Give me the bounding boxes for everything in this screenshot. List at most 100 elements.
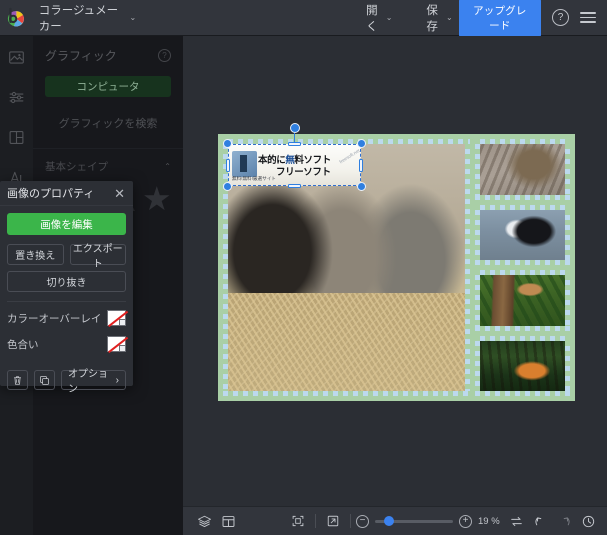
top-menu-group: 開く ⌄ 保存 ⌄ bbox=[360, 0, 459, 38]
straw-texture bbox=[223, 293, 470, 396]
zoom-in-button[interactable]: + bbox=[459, 514, 472, 528]
rotate-handle[interactable] bbox=[289, 123, 300, 144]
zoom-slider[interactable] bbox=[375, 515, 453, 526]
app-title-menu[interactable]: コラージュメーカー ⌄ bbox=[33, 0, 142, 38]
app-logo[interactable] bbox=[0, 7, 31, 28]
collage-maker-app: コラージュメーカー ⌄ 開く ⌄ 保存 ⌄ アップグレード ? グラフィック ?… bbox=[0, 0, 607, 535]
swatch-dropdown-icon bbox=[119, 345, 126, 352]
befunky-color-wheel-logo-icon bbox=[7, 7, 24, 27]
toolbar-divider bbox=[350, 514, 351, 528]
collage-left-column: 本的に無料ソフト フリーソフト 無料!無料!厳選サイト freesoft.net bbox=[223, 123, 470, 396]
zoom-level-label: 19 % bbox=[478, 515, 500, 527]
undo-icon bbox=[534, 516, 541, 525]
export-button[interactable]: エクスポート bbox=[69, 244, 126, 270]
layers-button[interactable] bbox=[192, 510, 216, 532]
replace-button[interactable]: 置き換え bbox=[7, 244, 64, 265]
dialog-header: 画像のプロパティ ✕ bbox=[0, 181, 133, 206]
delete-button[interactable] bbox=[7, 370, 28, 390]
chevron-up-icon: ⌃ bbox=[164, 162, 171, 171]
resize-handle-bottom-right[interactable] bbox=[357, 182, 366, 191]
collage-cell-tree[interactable] bbox=[475, 270, 570, 331]
basic-shapes-label: 基本シェイプ bbox=[45, 161, 108, 173]
open-menu[interactable]: 開く ⌄ bbox=[360, 0, 398, 38]
canvas-area[interactable]: 本的に無料ソフト フリーソフト 無料!無料!厳選サイト freesoft.net bbox=[183, 36, 607, 506]
duplicate-button[interactable] bbox=[34, 370, 55, 390]
duplicate-icon bbox=[40, 375, 49, 385]
bottom-toolbar: − + 19 % bbox=[183, 506, 607, 535]
history-clock-icon bbox=[582, 515, 594, 527]
hamburger-menu-icon bbox=[580, 12, 596, 23]
resize-handle-top-right[interactable] bbox=[357, 139, 366, 148]
help-button[interactable]: ? bbox=[552, 8, 569, 28]
dialog-body: 画像を編集 置き換え エクスポート 切り抜き カラーオーバーレイ 色合い bbox=[0, 206, 133, 362]
resize-handle-bottom-left[interactable] bbox=[223, 182, 232, 191]
sidebar-item-image[interactable] bbox=[6, 46, 28, 68]
tint-swatch[interactable] bbox=[107, 336, 126, 352]
dialog-title: 画像のプロパティ bbox=[7, 188, 95, 200]
sidebar-item-layouts[interactable] bbox=[6, 126, 28, 148]
sliders-icon bbox=[9, 91, 24, 103]
options-button[interactable]: オプション › bbox=[61, 369, 126, 395]
main-menu-button[interactable] bbox=[580, 8, 596, 28]
basic-shapes-section-header[interactable]: 基本シェイプ ⌃ bbox=[33, 149, 183, 180]
selection-frame bbox=[228, 144, 361, 186]
expand-button[interactable] bbox=[321, 510, 345, 532]
image-properties-dialog: 画像のプロパティ ✕ 画像を編集 置き換え エクスポート 切り抜き カラーオーバ… bbox=[0, 181, 133, 395]
question-mark-icon[interactable]: ? bbox=[158, 49, 171, 62]
save-menu[interactable]: 保存 ⌄ bbox=[420, 0, 458, 38]
expand-icon bbox=[327, 515, 339, 527]
open-menu-label: 開く bbox=[366, 4, 378, 33]
color-overlay-swatch[interactable] bbox=[107, 310, 126, 326]
swap-button[interactable] bbox=[504, 510, 528, 532]
top-right-group: アップグレード ? bbox=[458, 0, 607, 38]
resize-handle-left[interactable] bbox=[226, 158, 230, 172]
resize-handle-right[interactable] bbox=[359, 158, 363, 172]
image-icon bbox=[9, 50, 24, 64]
color-overlay-row: カラーオーバーレイ bbox=[7, 306, 126, 330]
collage-cell-tuxedo[interactable] bbox=[475, 204, 570, 265]
dialog-divider bbox=[7, 301, 126, 302]
dialog-footer: オプション › bbox=[0, 369, 133, 395]
resize-handle-top-left[interactable] bbox=[223, 139, 232, 148]
crop-button[interactable]: 切り抜き bbox=[7, 271, 126, 292]
computer-upload-button[interactable]: コンピュータ bbox=[45, 76, 171, 97]
selected-image-overlay[interactable]: 本的に無料ソフト フリーソフト 無料!無料!厳選サイト freesoft.net bbox=[223, 123, 366, 191]
resize-handle-bottom[interactable] bbox=[288, 184, 301, 188]
edit-image-button[interactable]: 画像を編集 bbox=[7, 213, 126, 235]
close-icon[interactable]: ✕ bbox=[114, 187, 125, 200]
collage-right-column bbox=[475, 139, 570, 396]
swatch-dropdown-icon bbox=[119, 319, 126, 326]
tint-row: 色合い bbox=[7, 332, 126, 356]
sidebar-item-adjust[interactable] bbox=[6, 86, 28, 108]
tabby-photo bbox=[475, 139, 570, 200]
resize-handle-top[interactable] bbox=[288, 142, 301, 146]
shape-star[interactable]: ★ bbox=[142, 182, 172, 215]
redo-icon bbox=[563, 516, 570, 525]
graphics-search-link[interactable]: グラフィックを検索 bbox=[45, 115, 171, 131]
options-label: オプション bbox=[68, 369, 108, 395]
toolbar-divider bbox=[315, 514, 316, 528]
grid-button[interactable] bbox=[216, 510, 240, 532]
grid-layout-icon bbox=[9, 130, 24, 144]
app-title-label: コラージュメーカー bbox=[38, 4, 119, 33]
zoom-slider-knob[interactable] bbox=[384, 515, 394, 526]
layers-icon bbox=[197, 515, 211, 527]
redo-button[interactable] bbox=[552, 510, 576, 532]
undo-button[interactable] bbox=[528, 510, 552, 532]
chevron-down-icon: ⌄ bbox=[129, 13, 137, 22]
zoom-out-button[interactable]: − bbox=[356, 514, 369, 528]
chevron-right-icon: › bbox=[115, 374, 119, 386]
tuxedo-kitten-photo bbox=[475, 204, 570, 265]
dialog-button-row: 置き換え エクスポート bbox=[7, 244, 126, 270]
upgrade-button[interactable]: アップグレード bbox=[458, 0, 541, 38]
collage-cell-tiger[interactable] bbox=[475, 335, 570, 396]
chevron-down-icon: ⌄ bbox=[445, 13, 453, 22]
collage-composition[interactable]: 本的に無料ソフト フリーソフト 無料!無料!厳選サイト freesoft.net bbox=[218, 123, 575, 401]
top-bar: コラージュメーカー ⌄ 開く ⌄ 保存 ⌄ アップグレード ? bbox=[0, 0, 607, 38]
fit-to-screen-icon bbox=[292, 515, 304, 527]
save-menu-label: 保存 bbox=[426, 4, 438, 33]
fit-to-screen-button[interactable] bbox=[286, 510, 310, 532]
history-button[interactable] bbox=[576, 510, 600, 532]
collage-cell-tabby[interactable] bbox=[475, 139, 570, 200]
cat-in-tree-photo bbox=[475, 270, 570, 331]
